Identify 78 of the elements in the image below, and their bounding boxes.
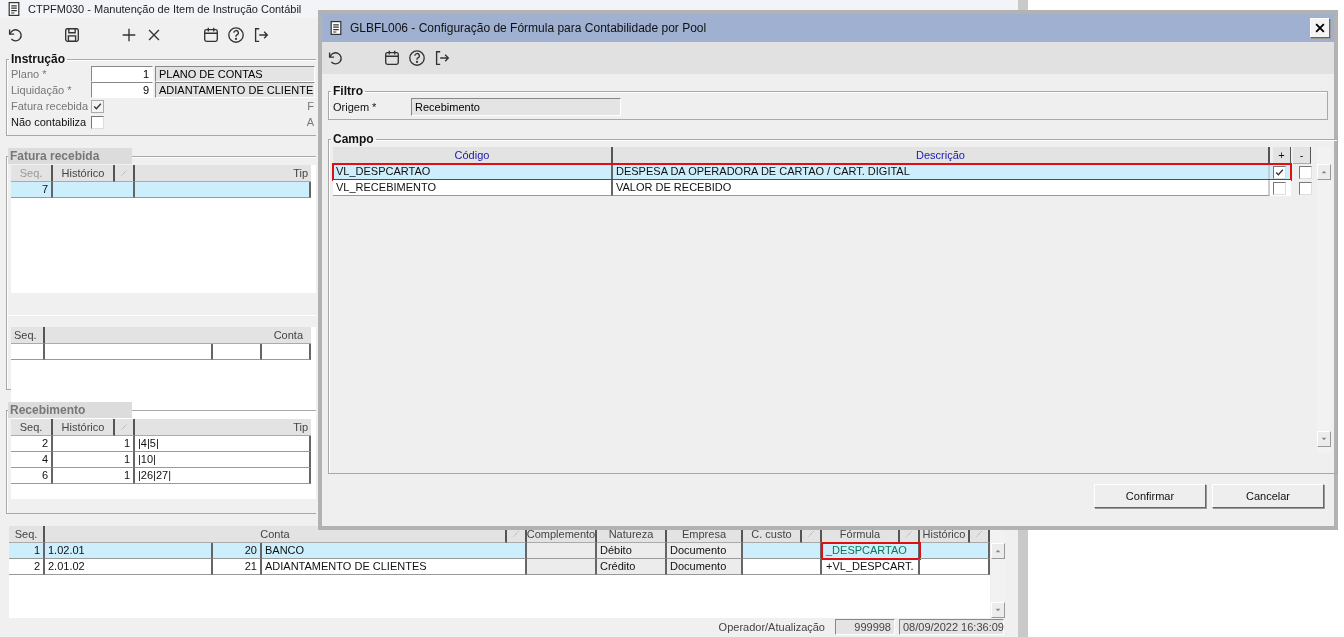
- group-title: Fatura recebida: [8, 148, 132, 164]
- group-title: Recebimento: [8, 402, 132, 418]
- undo-icon[interactable]: [326, 49, 344, 67]
- table-cell: 2.01.02: [45, 559, 213, 575]
- table-cell: Documento: [667, 559, 743, 575]
- field-label: Plano *: [11, 68, 48, 80]
- column-header: Histórico: [53, 165, 115, 182]
- table-cell: [527, 543, 597, 559]
- close-icon: [1313, 21, 1327, 35]
- checkbox[interactable]: [1273, 165, 1286, 179]
- column-header: -: [1293, 147, 1311, 164]
- table-cell: _DESPCARTAO: [822, 543, 920, 559]
- add-icon[interactable]: [120, 26, 138, 44]
- column-header: Seq.: [11, 327, 45, 344]
- undo-icon[interactable]: [6, 26, 24, 44]
- table-cell: 21: [213, 559, 262, 575]
- description-field: ADIANTAMENTO DE CLIENTE: [155, 82, 315, 98]
- operator-field: 999998: [835, 619, 895, 635]
- table-cell: [527, 559, 597, 575]
- window-icon: [6, 1, 22, 17]
- checkbox-label: Fatura recebida: [11, 100, 90, 112]
- group-title: Instrução: [10, 52, 66, 66]
- table-cell: 6: [11, 468, 53, 484]
- table-cell: Crédito: [597, 559, 667, 575]
- column-header: Seq.: [9, 526, 45, 543]
- checkbox[interactable]: [1273, 181, 1286, 195]
- column-header: Conta: [45, 327, 311, 344]
- field-label: F: [307, 100, 314, 112]
- help-icon[interactable]: [408, 49, 426, 67]
- checkbox-label: Não contabiliza: [11, 116, 88, 128]
- calendar-icon[interactable]: [383, 49, 401, 67]
- input-field[interactable]: 9: [91, 82, 153, 98]
- field-label: Liquidação *: [11, 84, 73, 96]
- column-header: Histórico: [53, 419, 115, 436]
- table-cell: VL_RECEBIMENTO: [333, 180, 613, 196]
- table-cell: 1: [53, 468, 135, 484]
- calendar-icon[interactable]: [202, 26, 220, 44]
- field-label: Origem *: [333, 101, 378, 113]
- table-cell: |26|27|: [135, 468, 311, 484]
- field-label: Operador/Atualização: [718, 621, 825, 633]
- column-header: Tip: [135, 419, 311, 436]
- column-header: Seq.: [11, 165, 53, 182]
- checkbox[interactable]: [91, 115, 104, 129]
- table-cell: [262, 344, 311, 360]
- column-header: Tip: [135, 165, 311, 182]
- checkbox[interactable]: [1299, 165, 1312, 179]
- dialog-button[interactable]: Confirmar: [1094, 484, 1206, 508]
- description-field: PLANO DE CONTAS: [155, 66, 315, 82]
- dialog-button[interactable]: Cancelar: [1212, 484, 1324, 508]
- column-header: Conta: [45, 526, 507, 543]
- dialog-title: GLBFL006 - Configuração de Fórmula para Contabilidade por Pool: [350, 21, 707, 35]
- scroll-down-button[interactable]: [1317, 431, 1331, 447]
- checkbox[interactable]: [1299, 181, 1312, 195]
- table-cell: +VL_DESPCART.: [822, 559, 920, 575]
- table-cell: Débito: [597, 543, 667, 559]
- save-icon[interactable]: [63, 26, 81, 44]
- column-header: Seq.: [11, 419, 53, 436]
- help-icon[interactable]: [227, 26, 245, 44]
- close-button[interactable]: [1310, 18, 1330, 38]
- updated-field: 08/09/2022 16:36:09: [899, 619, 1004, 635]
- field-label: A: [306, 116, 314, 128]
- input-field[interactable]: Recebimento: [411, 98, 621, 116]
- window-icon: [328, 20, 344, 36]
- scroll-up-button[interactable]: [991, 543, 1005, 559]
- scroll-up-button[interactable]: [1317, 164, 1331, 180]
- table-cell: ADIANTAMENTO DE CLIENTES: [262, 559, 527, 575]
- table-cell: 2: [9, 559, 45, 575]
- table-cell: VALOR DE RECEBIDO: [613, 180, 1270, 196]
- group-title: Filtro: [332, 84, 364, 98]
- table-cell: 7: [11, 182, 53, 198]
- scroll-down-button[interactable]: [991, 602, 1005, 618]
- input-field[interactable]: 1: [91, 66, 153, 82]
- group-title: Campo: [332, 132, 375, 146]
- exit-icon[interactable]: [433, 49, 451, 67]
- table-cell: [213, 344, 262, 360]
- table-cell: Documento: [667, 543, 743, 559]
- exit-icon[interactable]: [252, 26, 270, 44]
- window-title: CTPFM030 - Manutenção de Item de Instrução Contábil: [28, 3, 302, 15]
